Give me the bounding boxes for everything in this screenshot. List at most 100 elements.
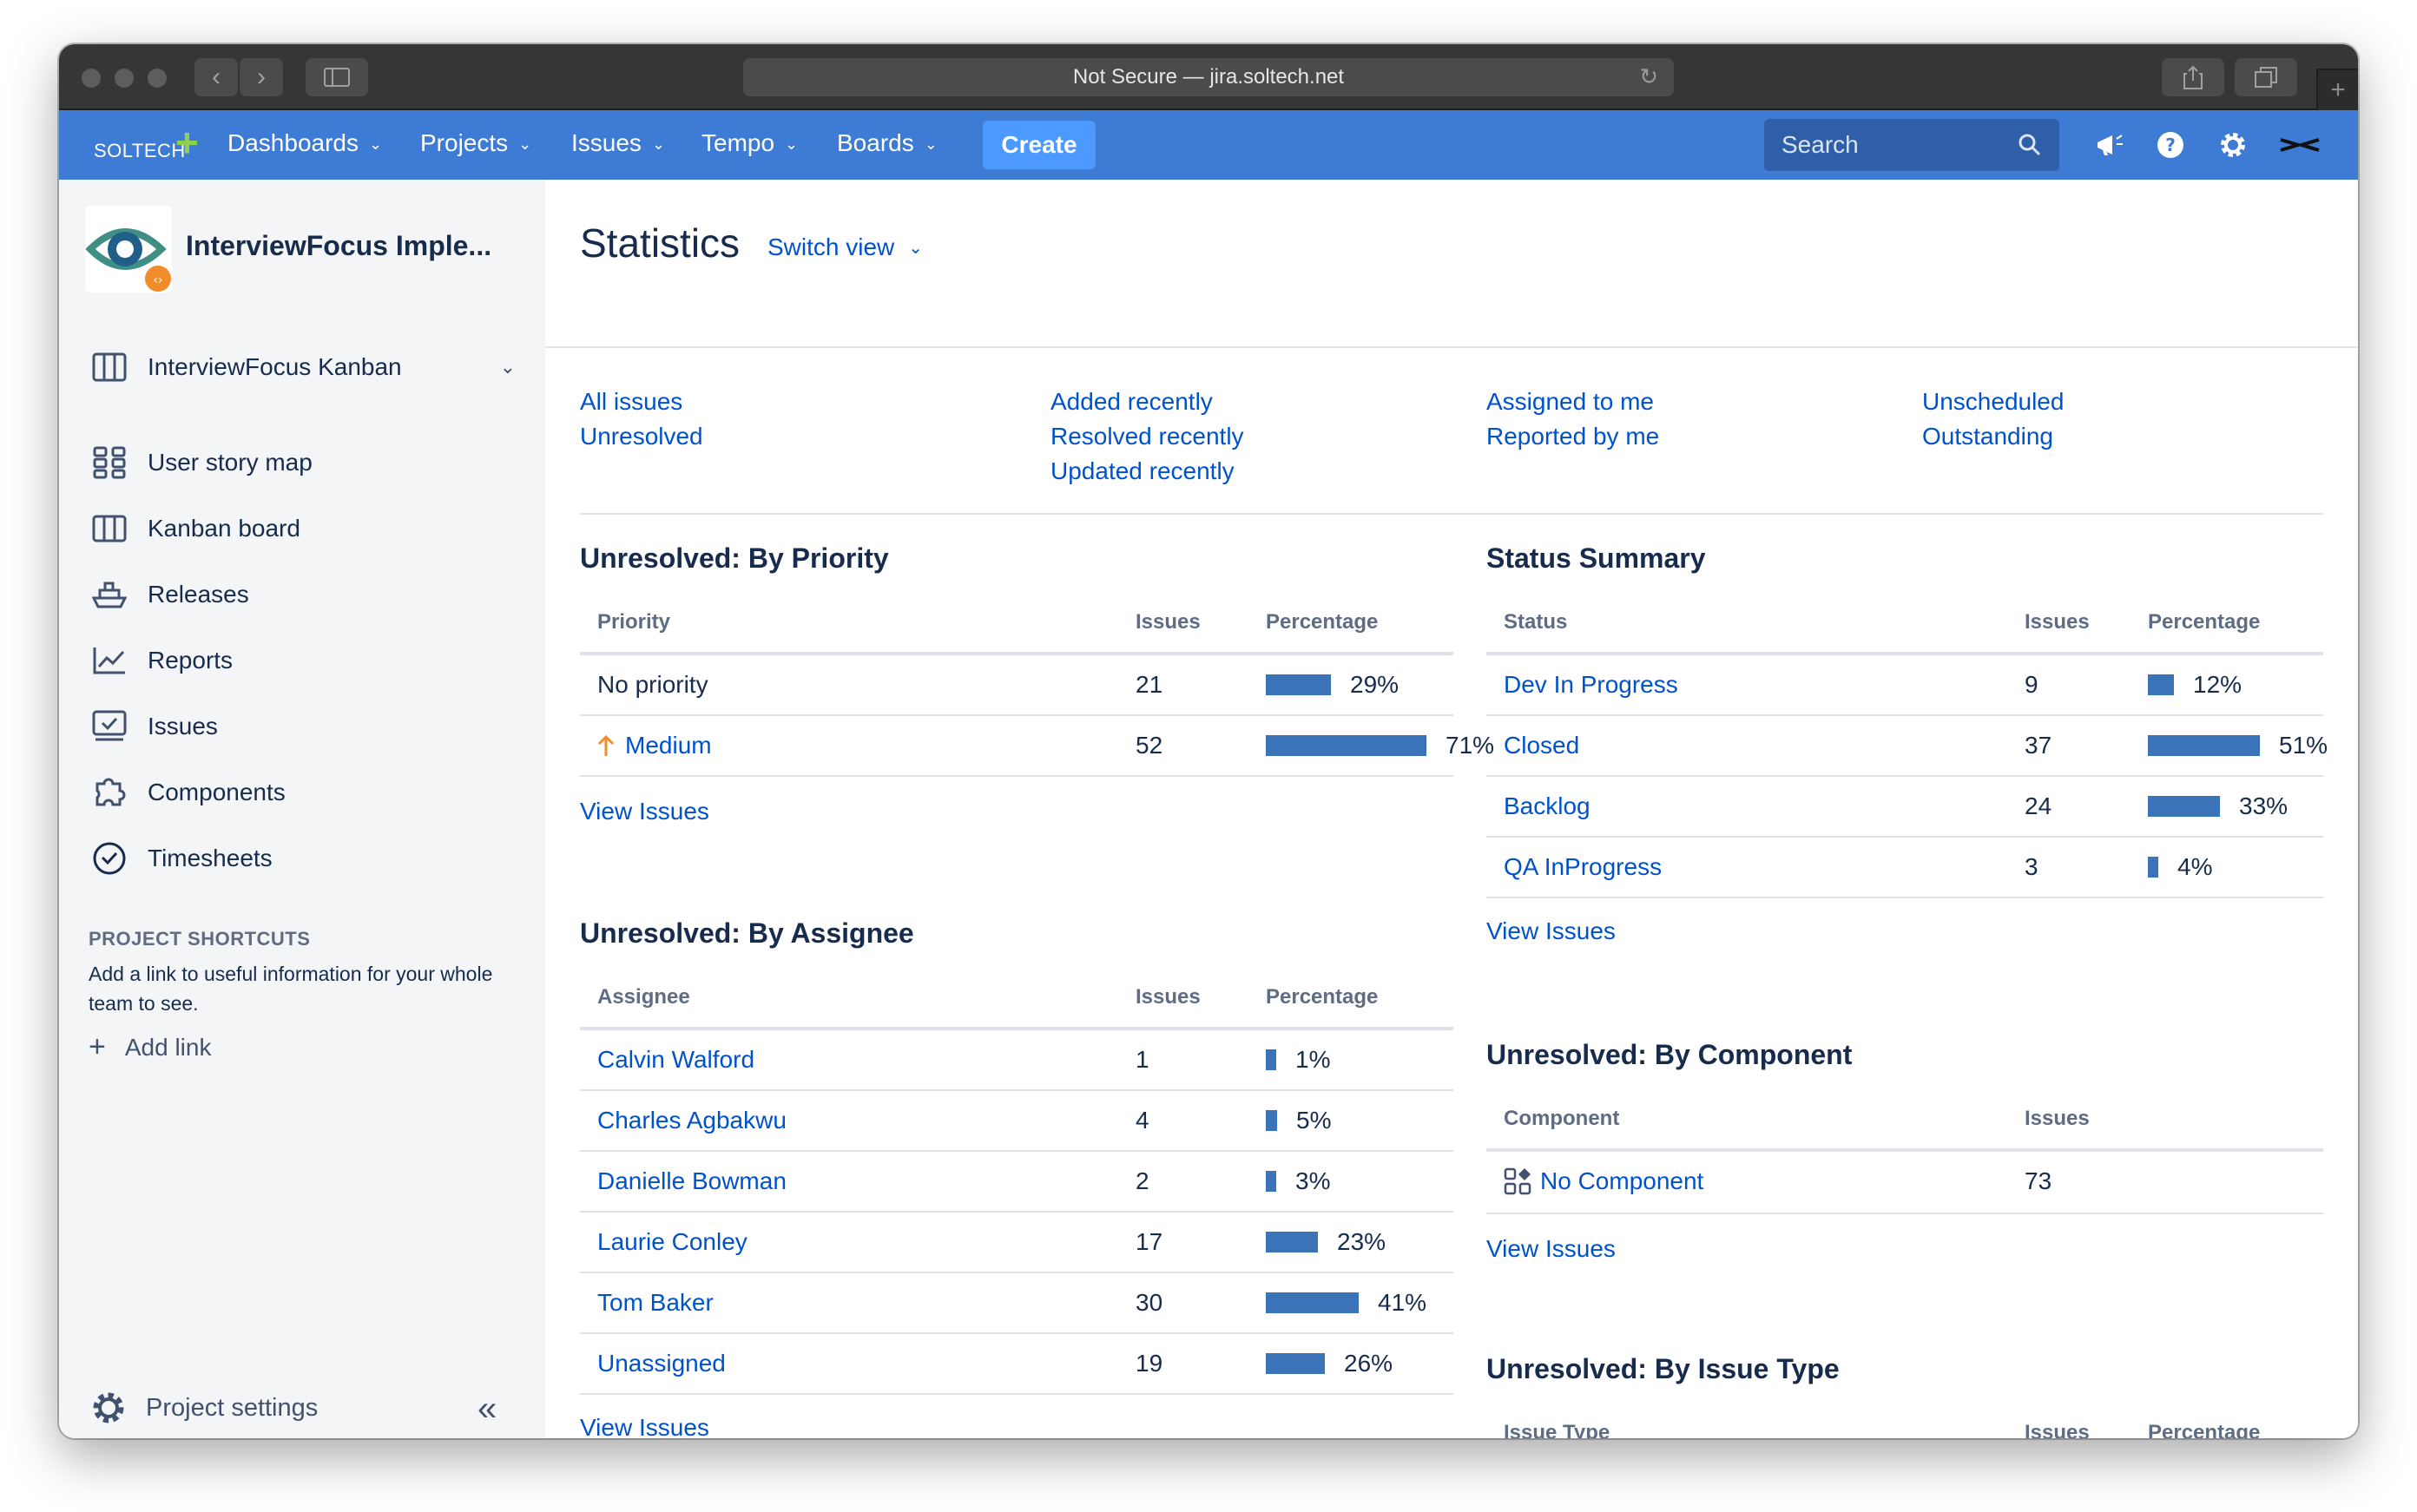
chart-icon bbox=[90, 641, 128, 680]
sidebar-item-label: Components bbox=[148, 779, 286, 805]
project-settings-link[interactable]: Project settings bbox=[90, 1390, 318, 1426]
filter-unscheduled[interactable]: Unscheduled bbox=[1922, 385, 2064, 419]
sidebar-item-reports[interactable]: Reports bbox=[90, 640, 233, 681]
maximize-window-button[interactable] bbox=[148, 69, 167, 88]
priority-view-issues-link[interactable]: View Issues bbox=[580, 798, 709, 825]
assignee-link[interactable]: Charles Agbakwu bbox=[597, 1107, 787, 1134]
row-divider bbox=[1486, 775, 2323, 777]
filter-group-2: Added recently Resolved recently Updated… bbox=[1050, 385, 1244, 489]
reload-icon[interactable]: ↻ bbox=[1639, 63, 1658, 90]
component-header-component: Component bbox=[1504, 1107, 1620, 1130]
board-icon bbox=[90, 348, 128, 386]
chevron-right-icon: › bbox=[257, 62, 266, 91]
priority-name: No priority bbox=[597, 671, 708, 698]
assignee-link[interactable]: Calvin Walford bbox=[597, 1046, 754, 1074]
sidebar-item-components[interactable]: Components bbox=[90, 772, 286, 813]
assignee-view-issues-link[interactable]: View Issues bbox=[580, 1414, 709, 1438]
sidebar-item-releases[interactable]: Releases bbox=[90, 574, 249, 615]
search-input[interactable]: Search bbox=[1764, 119, 2059, 171]
issue-type-header-issues: Issues bbox=[2025, 1421, 2090, 1438]
status-link[interactable]: Closed bbox=[1504, 732, 1579, 759]
project-avatar[interactable]: ‹› bbox=[85, 206, 172, 293]
filter-unresolved[interactable]: Unresolved bbox=[580, 419, 703, 454]
top-navigation: SOLTECH + Dashboards ⌄ Projects ⌄ Issues ⌄ … bbox=[59, 110, 2358, 180]
tabs-icon bbox=[2255, 67, 2277, 88]
assignee-link[interactable]: Danielle Bowman bbox=[597, 1167, 787, 1195]
sidebar-item-timesheets[interactable]: Timesheets bbox=[90, 838, 273, 879]
percentage-value: 12% bbox=[2193, 671, 2242, 698]
status-link[interactable]: QA InProgress bbox=[1504, 853, 1662, 881]
notifications-icon[interactable] bbox=[2094, 129, 2125, 161]
forward-button[interactable]: › bbox=[240, 58, 283, 96]
project-name[interactable]: InterviewFocus Imple... bbox=[186, 230, 491, 262]
switch-view-dropdown[interactable]: Switch view ⌄ bbox=[767, 233, 923, 261]
search-icon[interactable] bbox=[2018, 133, 2042, 157]
assignee-link[interactable]: Unassigned bbox=[597, 1350, 726, 1377]
table-header-divider bbox=[1486, 652, 2323, 655]
sidebar-item-kanban-board[interactable]: Kanban board bbox=[90, 508, 300, 549]
share-button[interactable] bbox=[2162, 58, 2224, 96]
filter-group-1: All issues Unresolved bbox=[580, 385, 703, 454]
component-no-component-link[interactable]: No Component bbox=[1504, 1167, 1703, 1195]
percentage-bar bbox=[2148, 735, 2260, 756]
filter-updated-recently[interactable]: Updated recently bbox=[1050, 454, 1244, 489]
arrow-up-icon bbox=[597, 734, 615, 756]
nav-boards-label: Boards bbox=[837, 129, 914, 156]
filter-added-recently[interactable]: Added recently bbox=[1050, 385, 1244, 419]
component-icon bbox=[1504, 1167, 1531, 1195]
issue-type-header-type: Issue Type bbox=[1504, 1421, 1610, 1438]
svg-text:?: ? bbox=[2165, 135, 2176, 155]
minimize-window-button[interactable] bbox=[115, 69, 134, 88]
double-chevron-left-icon: « bbox=[477, 1390, 497, 1428]
logo-text: SOLTECH bbox=[94, 140, 186, 161]
issue-type-header-percentage: Percentage bbox=[2148, 1421, 2261, 1438]
chevron-down-icon: ⌄ bbox=[651, 135, 666, 153]
nav-projects[interactable]: Projects ⌄ bbox=[420, 129, 531, 157]
percentage-bar bbox=[2148, 857, 2158, 878]
assignee-link[interactable]: Tom Baker bbox=[597, 1289, 714, 1317]
assignee-link[interactable]: Laurie Conley bbox=[597, 1228, 747, 1256]
status-header-issues: Issues bbox=[2025, 610, 2090, 634]
new-tab-button[interactable]: + bbox=[2316, 69, 2358, 110]
row-divider bbox=[1486, 836, 2323, 838]
percentage-value: 41% bbox=[1378, 1289, 1427, 1316]
back-button[interactable]: ‹ bbox=[194, 58, 238, 96]
priority-medium-link[interactable]: Medium bbox=[597, 732, 712, 759]
filter-reported-by-me[interactable]: Reported by me bbox=[1486, 419, 1659, 454]
url-text: Not Secure — jira.soltech.net bbox=[1072, 65, 1345, 89]
gear-icon[interactable] bbox=[2217, 129, 2249, 161]
component-view-issues-link[interactable]: View Issues bbox=[1486, 1235, 1616, 1263]
board-name: InterviewFocus Kanban bbox=[148, 353, 402, 380]
filter-all-issues[interactable]: All issues bbox=[580, 385, 703, 419]
soltech-logo[interactable]: SOLTECH + bbox=[94, 122, 199, 168]
filter-outstanding[interactable]: Outstanding bbox=[1922, 419, 2064, 454]
filter-assigned-to-me[interactable]: Assigned to me bbox=[1486, 385, 1659, 419]
address-bar[interactable]: Not Secure — jira.soltech.net ↻ bbox=[743, 58, 1674, 96]
close-window-button[interactable] bbox=[82, 69, 101, 88]
sidebar-item-issues[interactable]: Issues bbox=[90, 706, 218, 747]
add-link-button[interactable]: + Add link bbox=[89, 1030, 211, 1064]
status-link[interactable]: Backlog bbox=[1504, 792, 1590, 820]
status-issues: 9 bbox=[2025, 671, 2038, 698]
filter-resolved-recently[interactable]: Resolved recently bbox=[1050, 419, 1244, 454]
user-avatar[interactable] bbox=[2278, 129, 2322, 161]
nav-boards[interactable]: Boards ⌄ bbox=[837, 129, 938, 157]
sidebar-toggle-button[interactable] bbox=[306, 58, 368, 96]
nav-tempo[interactable]: Tempo ⌄ bbox=[701, 129, 798, 157]
help-icon[interactable]: ? bbox=[2155, 129, 2186, 161]
board-selector[interactable]: InterviewFocus Kanban ⌄ bbox=[90, 346, 516, 388]
status-view-issues-link[interactable]: View Issues bbox=[1486, 917, 1616, 945]
nav-issues[interactable]: Issues ⌄ bbox=[571, 129, 665, 157]
create-button[interactable]: Create bbox=[983, 121, 1096, 169]
assignee-issues: 4 bbox=[1136, 1107, 1149, 1134]
percentage-value: 26% bbox=[1344, 1350, 1393, 1377]
percentage-bar bbox=[1266, 1353, 1325, 1374]
browser-titlebar: ‹ › Not Secure — jira.soltech.net ↻ + bbox=[59, 44, 2358, 110]
status-link[interactable]: Dev In Progress bbox=[1504, 671, 1678, 699]
percentage-bar bbox=[1266, 735, 1426, 756]
nav-dashboards[interactable]: Dashboards ⌄ bbox=[227, 129, 382, 157]
sidebar-item-user-story-map[interactable]: User story map bbox=[90, 442, 313, 483]
collapse-sidebar-button[interactable]: « bbox=[477, 1390, 497, 1429]
tabs-overview-button[interactable] bbox=[2235, 58, 2297, 96]
percentage-value: 3% bbox=[1295, 1167, 1331, 1194]
